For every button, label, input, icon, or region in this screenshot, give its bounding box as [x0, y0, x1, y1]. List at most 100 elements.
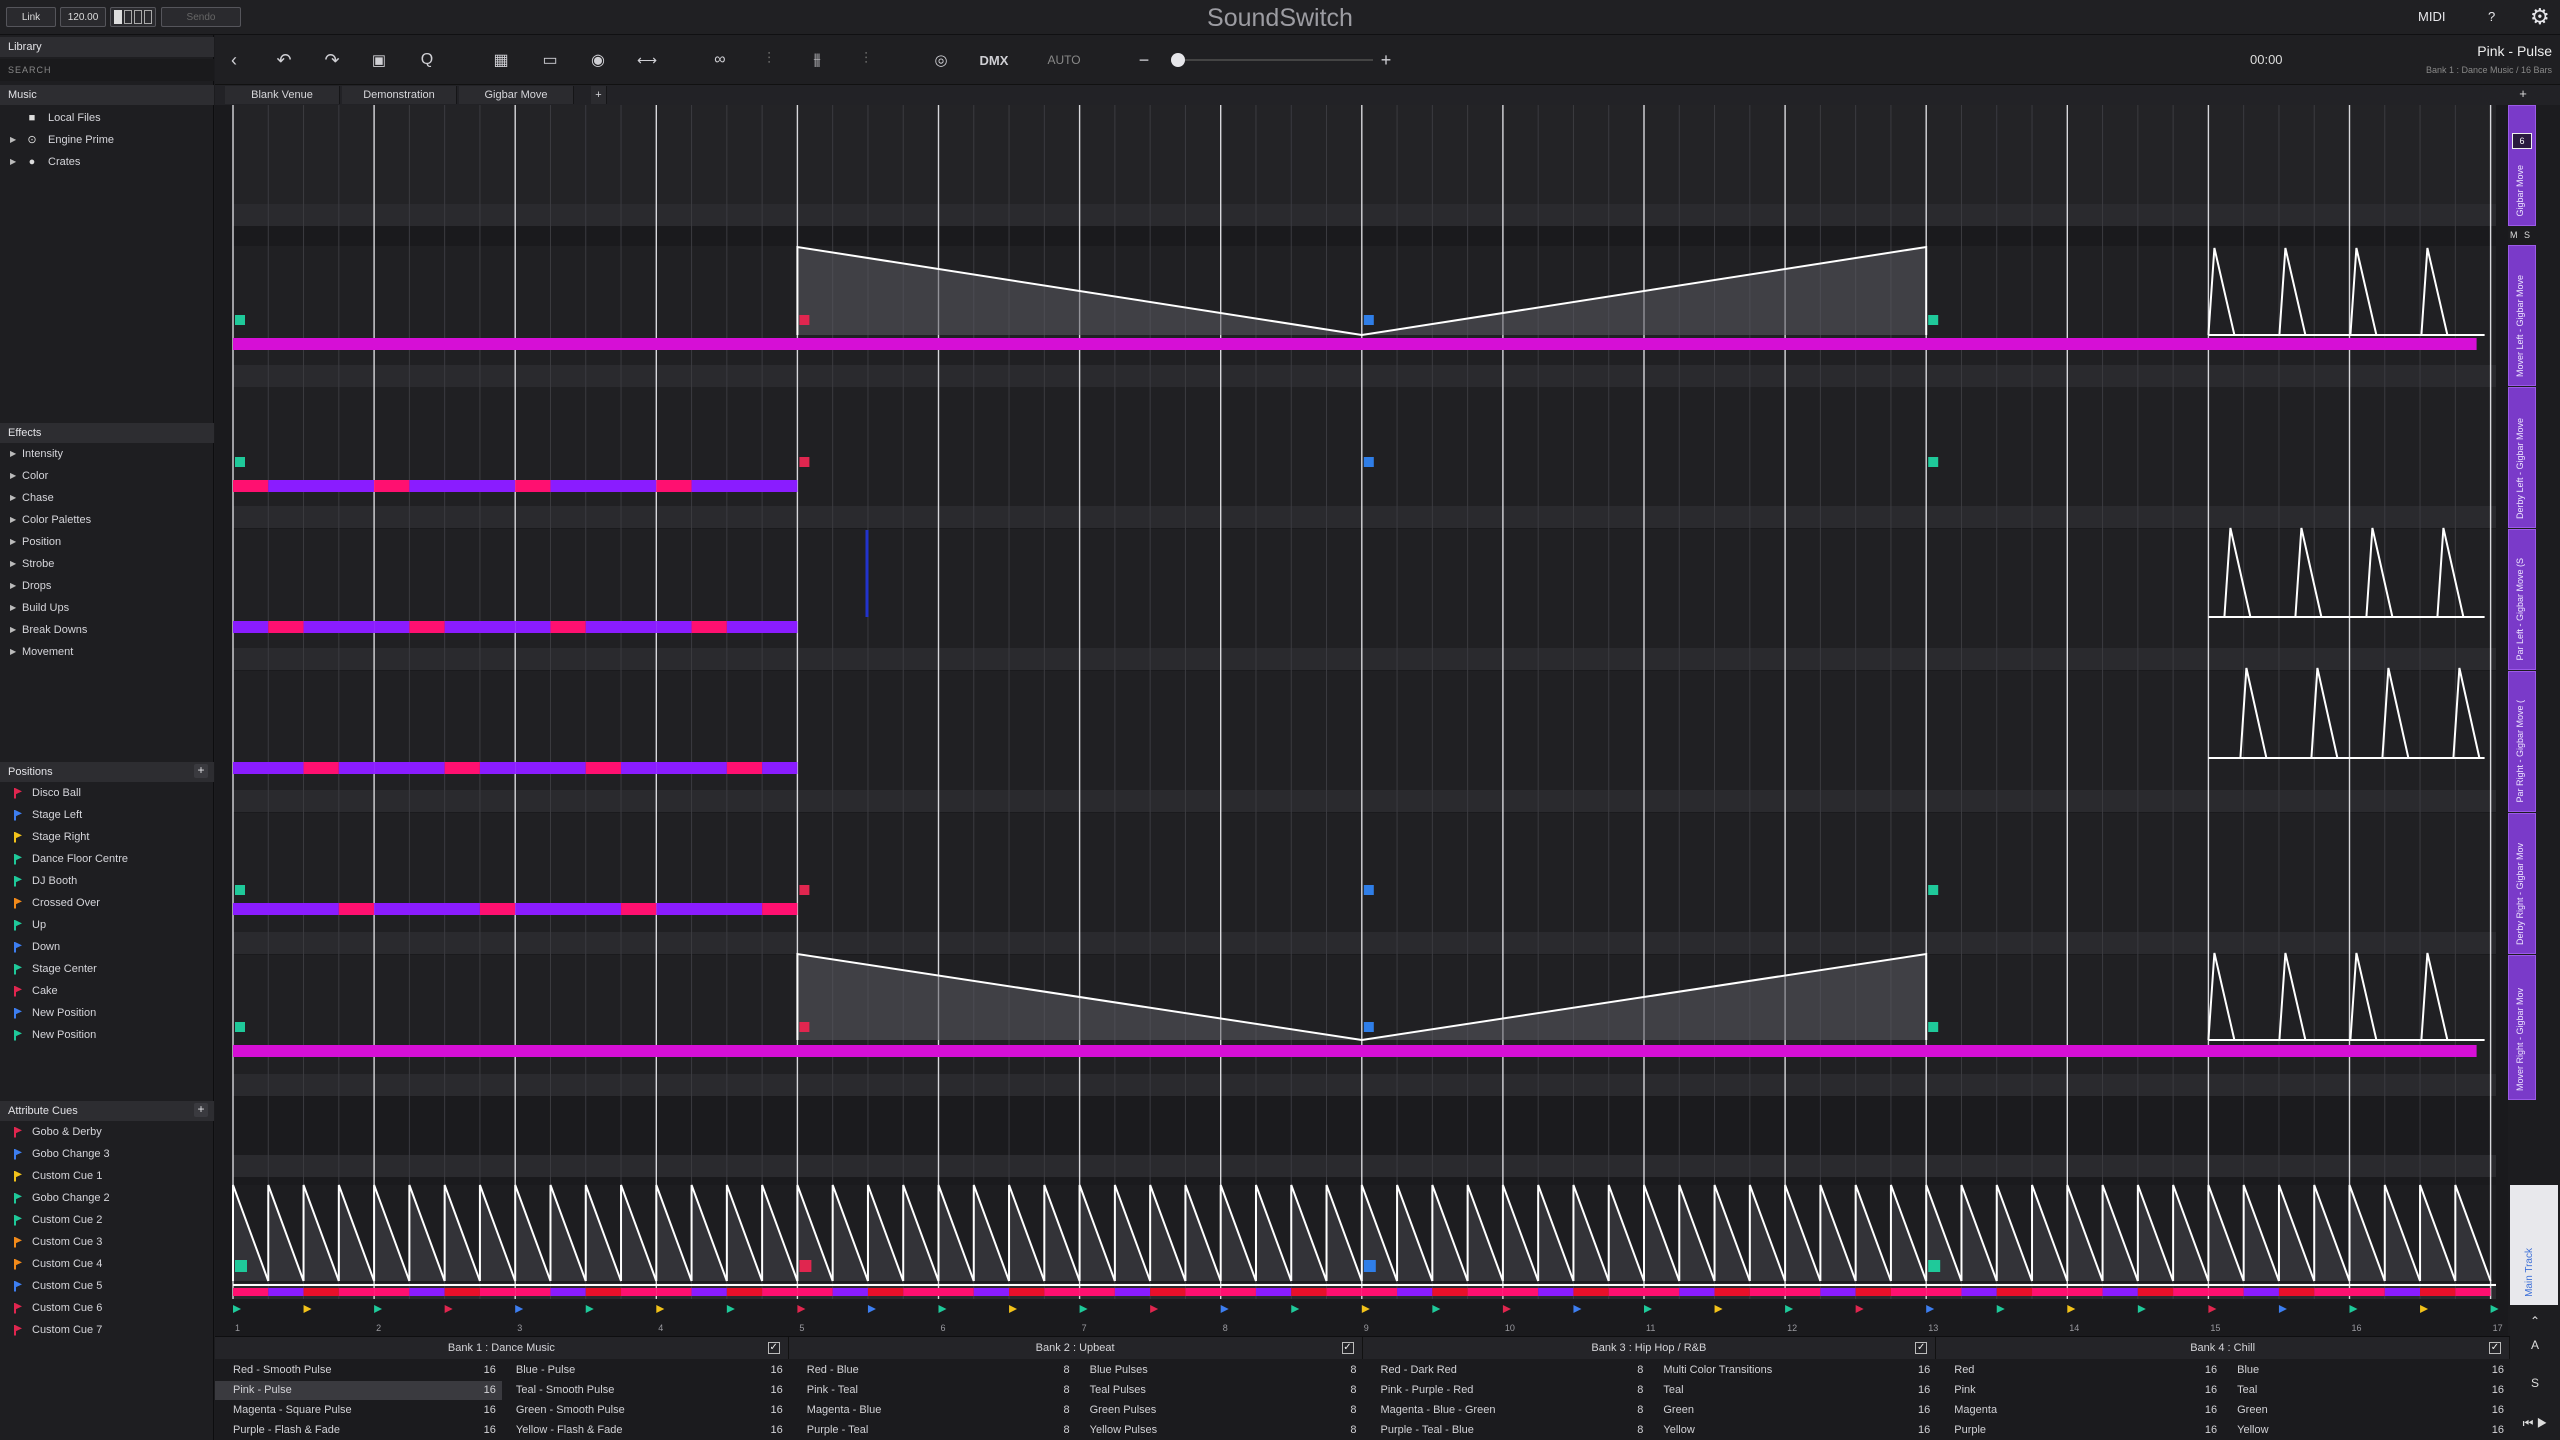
position-item[interactable]: Up — [0, 914, 214, 936]
rail-track[interactable]: Mover Right - Gigbar Mov — [2508, 955, 2536, 1100]
tab-demonstration[interactable]: Demonstration — [342, 86, 457, 104]
cue-item[interactable]: Yellow 16 — [1649, 1421, 1936, 1440]
bank-header[interactable]: Bank 3 : Hip Hop / R&B ✓ — [1362, 1337, 1937, 1359]
cue-item[interactable]: Purple - Teal 8 — [789, 1421, 1076, 1440]
cue-item[interactable]: Pink - Teal 8 — [789, 1381, 1076, 1400]
rail-track[interactable]: Derby Right - Gigbar Mov — [2508, 813, 2536, 954]
bank-checkbox[interactable]: ✓ — [2489, 1342, 2501, 1354]
cue-item[interactable]: Teal 16 — [2223, 1381, 2510, 1400]
attribute-cue-item[interactable]: Custom Cue 4 — [0, 1253, 214, 1275]
rail-track[interactable]: Par Right - Gigbar Move ( — [2508, 671, 2536, 812]
attribute-cue-item[interactable]: Gobo Change 2 — [0, 1187, 214, 1209]
bar-icon[interactable]: ▭ — [539, 49, 561, 71]
effect-category[interactable]: ▶ Movement — [0, 641, 214, 663]
effect-category[interactable]: ▶ Break Downs — [0, 619, 214, 641]
zoom-slider[interactable] — [1171, 53, 1373, 67]
effect-category[interactable]: ▶ Intensity — [0, 443, 214, 465]
cue-item[interactable]: Purple 16 — [1936, 1421, 2223, 1440]
position-item[interactable]: Stage Left — [0, 804, 214, 826]
cue-item[interactable]: Teal 16 — [1649, 1381, 1936, 1400]
help-button[interactable]: ? — [2488, 9, 2495, 24]
cue-item[interactable]: Purple - Flash & Fade 16 — [215, 1421, 502, 1440]
zoom-in-icon[interactable]: + — [1375, 49, 1397, 71]
position-item[interactable]: Dance Floor Centre — [0, 848, 214, 870]
save-icon[interactable]: ▣ — [368, 49, 390, 71]
tab-gigbar-move[interactable]: Gigbar Move — [459, 86, 574, 104]
music-item[interactable]: ▶ ● Crates — [0, 151, 214, 173]
back-icon[interactable]: ‹ — [223, 49, 245, 71]
cue-item[interactable]: Blue Pulses 8 — [1076, 1361, 1363, 1380]
effect-category[interactable]: ▶ Drops — [0, 575, 214, 597]
effect-category[interactable]: ▶ Build Ups — [0, 597, 214, 619]
mute-button[interactable]: M — [2510, 230, 2518, 240]
cue-item[interactable]: Pink 16 — [1936, 1381, 2223, 1400]
attribute-cue-item[interactable]: Gobo & Derby — [0, 1121, 214, 1143]
position-item[interactable]: New Position — [0, 1024, 214, 1046]
position-item[interactable]: DJ Booth — [0, 870, 214, 892]
cue-item[interactable]: Yellow - Flash & Fade 16 — [502, 1421, 789, 1440]
mixer-icon-2[interactable]: ⫵ — [806, 49, 828, 71]
cue-item[interactable]: Green Pulses 8 — [1076, 1401, 1363, 1420]
effect-category[interactable]: ▶ Position — [0, 531, 214, 553]
cue-item[interactable]: Red - Blue 8 — [789, 1361, 1076, 1380]
cue-item[interactable]: Yellow Pulses 8 — [1076, 1421, 1363, 1440]
cue-item[interactable]: Teal Pulses 8 — [1076, 1381, 1363, 1400]
dmx-button[interactable]: DMX — [972, 49, 1016, 71]
position-item[interactable]: Stage Center — [0, 958, 214, 980]
solo-button[interactable]: S — [2524, 230, 2530, 240]
undo-icon[interactable]: ↶ — [273, 49, 295, 71]
rail-track[interactable]: Gigbar Move — [2508, 105, 2536, 226]
link-button[interactable]: Link — [6, 7, 56, 27]
attribute-cue-item[interactable]: Custom Cue 5 — [0, 1275, 214, 1297]
attribute-cue-item[interactable]: Custom Cue 6 — [0, 1297, 214, 1319]
bank-checkbox[interactable]: ✓ — [767, 1342, 780, 1354]
cue-item[interactable]: Blue - Pulse 16 — [502, 1361, 789, 1380]
bank-header[interactable]: Bank 1 : Dance Music ✓ — [215, 1337, 789, 1359]
cue-item[interactable]: Yellow 16 — [2223, 1421, 2510, 1440]
mixer-icon-1[interactable]: ⫶ — [758, 49, 780, 71]
cue-item[interactable]: Green 16 — [2223, 1401, 2510, 1420]
bank-header[interactable]: Bank 2 : Upbeat ✓ — [788, 1337, 1363, 1359]
cue-item[interactable]: Green 16 — [1649, 1401, 1936, 1420]
cue-item[interactable]: Red - Dark Red 8 — [1363, 1361, 1650, 1380]
music-item[interactable]: ■ Local Files — [0, 107, 214, 129]
zoom-slider-handle[interactable] — [1171, 53, 1185, 67]
music-item[interactable]: ▶ ⊙ Engine Prime — [0, 129, 214, 151]
position-item[interactable]: Cake — [0, 980, 214, 1002]
cue-item[interactable]: Pink - Purple - Red 8 — [1363, 1381, 1650, 1400]
collapse-icon[interactable]: ⌃ — [2510, 1314, 2560, 1328]
range-icon[interactable]: ⟷ — [636, 49, 658, 71]
effect-category[interactable]: ▶ Color — [0, 465, 214, 487]
midi-button[interactable]: MIDI — [2418, 9, 2445, 24]
cue-item[interactable]: Teal - Smooth Pulse 16 — [502, 1381, 789, 1400]
redo-icon[interactable]: ↷ — [321, 49, 343, 71]
mixer-icon-3[interactable]: ⫶ — [855, 49, 877, 71]
cue-item[interactable]: Green - Smooth Pulse 16 — [502, 1401, 789, 1420]
cue-item[interactable]: Multi Color Transitions 16 — [1649, 1361, 1936, 1380]
position-item[interactable]: New Position — [0, 1002, 214, 1024]
rail-track[interactable]: Par Left - Gigbar Move (S — [2508, 529, 2536, 670]
link-icon[interactable]: ∞ — [709, 49, 731, 71]
cue-item[interactable]: Red 16 — [1936, 1361, 2223, 1380]
sendo-button[interactable]: Sendo — [161, 7, 241, 27]
position-item[interactable]: Stage Right — [0, 826, 214, 848]
effect-category[interactable]: ▶ Strobe — [0, 553, 214, 575]
color-wheel-icon[interactable]: ◉ — [587, 49, 609, 71]
s-button[interactable]: S — [2510, 1376, 2560, 1390]
add-track-button[interactable]: + — [2515, 86, 2531, 104]
cue-item[interactable]: Blue 16 — [2223, 1361, 2510, 1380]
grid-icon[interactable]: ▦ — [490, 49, 512, 71]
position-item[interactable]: Crossed Over — [0, 892, 214, 914]
a-button[interactable]: A — [2510, 1338, 2560, 1352]
position-item[interactable]: Down — [0, 936, 214, 958]
main-track-rail[interactable]: Main Track — [2510, 1185, 2558, 1305]
rail-track[interactable]: Mover Left - Gigbar Move — [2508, 245, 2536, 386]
cue-item[interactable]: Magenta - Blue 8 — [789, 1401, 1076, 1420]
search-input[interactable]: SEARCH — [0, 59, 214, 81]
attribute-cue-item[interactable]: Custom Cue 1 — [0, 1165, 214, 1187]
rail-chip[interactable]: 6 — [2512, 133, 2532, 149]
cue-item[interactable]: Magenta - Blue - Green 8 — [1363, 1401, 1650, 1420]
timeline-canvas[interactable]: 1 2 3 4 5 6 7 8 9 10 11 12 13 14 15 16 17 — [215, 105, 2508, 1336]
transport-icon[interactable]: ⏮ ▶ — [2510, 1416, 2560, 1431]
cue-item[interactable]: Magenta 16 — [1936, 1401, 2223, 1420]
